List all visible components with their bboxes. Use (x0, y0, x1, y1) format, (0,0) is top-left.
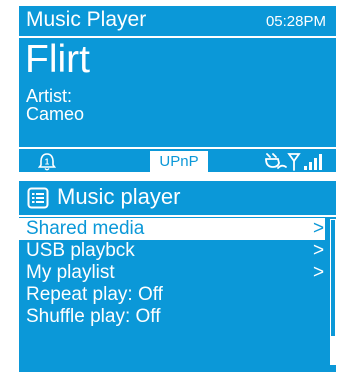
artist-label: Artist: (26, 86, 73, 106)
app-title: Music Player (26, 8, 147, 31)
chevron-right-icon: > (313, 218, 325, 239)
track-title: Flirt (25, 38, 90, 81)
signal-strength-icon (304, 154, 322, 170)
menu-divider (19, 215, 336, 217)
menu-item-shared-media[interactable]: Shared media > (19, 218, 325, 240)
menu-item-label: USB playbck (26, 240, 135, 261)
now-playing-screen: Music Player 05:28PM Flirt Artist: Cameo… (19, 6, 336, 172)
chevron-right-icon: > (313, 262, 325, 283)
menu-list: Shared media > USB playbck > My playlist… (19, 218, 325, 328)
menu-scrollbar[interactable] (330, 219, 336, 365)
menu-item-repeat-play[interactable]: Repeat play: Off (19, 284, 325, 306)
menu-item-shuffle-play[interactable]: Shuffle play: Off (19, 306, 325, 328)
plug-icon (265, 153, 287, 169)
menu-item-label: Shared media (26, 218, 145, 239)
source-badge: UPnP (150, 151, 208, 172)
menu-item-usb-playback[interactable]: USB playbck > (19, 240, 325, 262)
menu-item-label: Repeat play: Off (26, 284, 163, 305)
wifi-antenna-icon (287, 153, 301, 171)
alarm-number: 1 (45, 158, 50, 167)
status-icons (265, 153, 322, 171)
menu-item-my-playlist[interactable]: My playlist > (19, 262, 325, 284)
alarm-bell-icon: 1 (37, 153, 57, 171)
chevron-right-icon: > (313, 240, 325, 261)
menu-title: Music player (57, 184, 181, 209)
menu-item-label: Shuffle play: Off (26, 306, 161, 327)
artist-name: Cameo (26, 104, 85, 124)
scrollbar-thumb[interactable] (331, 336, 335, 364)
music-player-menu-screen: Music player Shared media > USB playbck … (19, 181, 336, 372)
menu-list-icon (27, 187, 49, 209)
status-bar: 1 UPnP (19, 147, 336, 174)
menu-item-label: My playlist (26, 262, 115, 283)
clock: 05:28PM (265, 13, 326, 30)
